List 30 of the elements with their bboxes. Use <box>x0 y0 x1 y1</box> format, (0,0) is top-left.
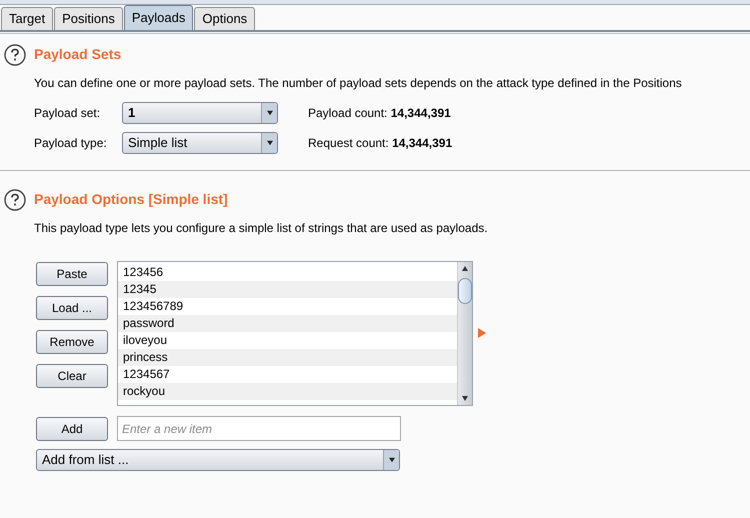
list-button[interactable]: Paste <box>36 262 108 286</box>
list-item[interactable]: rockyou <box>118 383 457 400</box>
section-title: Payload Sets <box>34 45 122 64</box>
tab[interactable]: Positions <box>54 7 123 30</box>
list-item[interactable]: 12345 <box>118 281 457 298</box>
count-text: Payload count: 14,344,391 <box>308 105 451 122</box>
list-button[interactable]: Remove <box>36 330 108 354</box>
tab[interactable]: Target <box>1 7 54 30</box>
new-item-field[interactable]: Enter a new item <box>117 416 401 441</box>
dropdown[interactable]: Simple list <box>122 132 278 154</box>
list-button[interactable]: Load ... <box>36 296 108 320</box>
field-label: Payload type: <box>34 135 108 152</box>
dropdown[interactable]: Add from list ... <box>36 449 400 471</box>
list-item[interactable]: princess <box>118 349 457 366</box>
tab[interactable]: Payloads <box>124 5 194 30</box>
description-text: You can define one or more payload sets. The number of payload sets depends on the attack type defined in the Positions <box>33 75 683 92</box>
section-title: Payload Options [Simple list] <box>34 190 228 209</box>
tab[interactable]: Options <box>194 7 256 30</box>
count-text: Request count: 14,344,391 <box>308 135 452 152</box>
field-label: Payload set: <box>34 105 102 122</box>
help-icon[interactable] <box>4 189 26 211</box>
list-item[interactable]: password <box>118 315 457 332</box>
list-button[interactable]: Clear <box>36 364 108 388</box>
add-button[interactable]: Add <box>36 416 108 440</box>
scroll-thumb[interactable] <box>458 278 472 304</box>
description-text: This payload type lets you configure a simple list of strings that are used as payloads. <box>33 220 489 237</box>
help-icon[interactable] <box>4 44 26 66</box>
scrollbar[interactable] <box>457 262 472 405</box>
expand-arrow-icon[interactable] <box>478 328 486 338</box>
dropdown[interactable]: 1 <box>122 102 278 124</box>
